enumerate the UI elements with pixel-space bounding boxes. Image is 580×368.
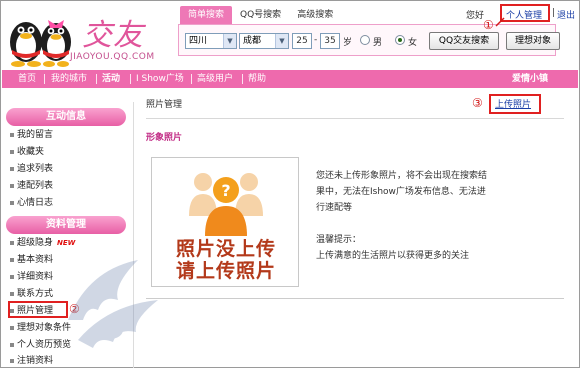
bullet-icon: [10, 291, 14, 296]
gender-male-radio[interactable]: [360, 35, 370, 45]
bullet-icon: [10, 274, 14, 279]
annotation-box-upload: [489, 94, 541, 114]
bullet-icon: [10, 325, 14, 330]
section-title-profile-photo: 形象照片: [146, 133, 183, 143]
city-value: 成都: [243, 36, 262, 46]
sidebar-section-interaction: 互动信息: [6, 108, 126, 126]
sidebar-item-match-list[interactable]: 速配列表: [10, 179, 53, 193]
sidebar-item-basic-info[interactable]: 基本资料: [10, 253, 53, 267]
tab-advanced-search[interactable]: 高级搜索: [289, 6, 341, 24]
bullet-icon: [10, 166, 14, 171]
nav-divider: [191, 74, 192, 84]
bullet-icon: [10, 200, 14, 205]
sidebar-item-favorites[interactable]: 收藏夹: [10, 145, 44, 159]
tip-block: 温馨提示： 上传满意的生活照片以获得更多的关注: [316, 232, 469, 264]
placeholder-text-line2: 请上传照片: [175, 260, 276, 282]
sidebar-item-mood-diary[interactable]: 心情日志: [10, 196, 53, 210]
sidebar-section-profile: 资料管理: [6, 216, 126, 234]
nav-divider: [130, 74, 131, 84]
search-panel: 四川 ▼ 成都 ▼ 25 - 35 岁 男 女 QQ交友搜索 理想对象: [178, 24, 560, 56]
nav-help[interactable]: 帮助: [248, 70, 266, 88]
nav-activities[interactable]: 活动: [102, 70, 120, 88]
notice-line: 行速配等: [316, 203, 353, 213]
qq-search-button[interactable]: QQ交友搜索: [429, 32, 499, 50]
sidebar-item-label: 基本资料: [17, 255, 54, 265]
gender-female-radio[interactable]: [395, 35, 405, 45]
nav-my-city[interactable]: 我的城市: [51, 70, 87, 88]
age-unit-label: 岁: [343, 38, 353, 48]
city-select[interactable]: 成都 ▼: [239, 33, 289, 49]
page-title: 照片管理: [146, 100, 183, 110]
sidebar-item-deactivate-profile[interactable]: 注销资料: [10, 354, 53, 368]
search-tabs: 简单搜索 QQ号搜索 高级搜索: [180, 6, 341, 24]
title-divider: [146, 118, 564, 119]
sidebar-item-contact-info[interactable]: 联系方式: [10, 287, 53, 301]
sidebar-item-label: 收藏夹: [17, 147, 45, 157]
sidebar-item-label: 注销资料: [17, 356, 54, 366]
bullet-icon: [10, 342, 14, 347]
annotation-number-one: ①: [483, 18, 494, 32]
bullet-icon: [10, 132, 14, 137]
sidebar-item-my-messages[interactable]: 我的留言: [10, 128, 53, 142]
age-to-input[interactable]: 35: [320, 33, 340, 49]
annotation-arrow: [495, 17, 505, 27]
sidebar-item-label: 追求列表: [17, 164, 54, 174]
tip-title: 温馨提示：: [316, 235, 362, 245]
chevron-down-icon[interactable]: ▼: [275, 34, 288, 48]
main-nav: 首页 我的城市 活动 I Show广场 高级用户 帮助 爱情小镇: [2, 70, 578, 88]
photo-placeholder[interactable]: ? 照片没上传 请上传照片: [151, 157, 299, 287]
tip-text: 上传满意的生活照片以获得更多的关注: [316, 251, 470, 261]
people-placeholder-icon: ?: [189, 173, 263, 236]
age-dash: -: [314, 35, 318, 45]
svg-text:?: ?: [221, 181, 230, 200]
no-photo-notice: 您还未上传形象照片，将不会出现在搜索结 果中，无法在Ishow广场发布信息、无法…: [316, 168, 487, 216]
brand-domain: JIAOYOU.QQ.COM: [70, 52, 155, 62]
province-select[interactable]: 四川 ▼: [185, 33, 237, 49]
sidebar-item-label: 速配列表: [17, 181, 54, 191]
notice-line: 果中，无法在Ishow广场发布信息、无法进: [316, 187, 486, 197]
bullet-icon: [10, 183, 14, 188]
province-value: 四川: [189, 36, 208, 46]
nav-premium-users[interactable]: 高级用户: [197, 70, 233, 88]
link-separator: |: [552, 8, 556, 18]
bullet-icon: [10, 257, 14, 262]
new-badge: NEW: [57, 239, 76, 247]
sidebar-item-label: 心情日志: [17, 198, 54, 208]
sidebar-item-super-invisible[interactable]: 超级隐身 NEW: [10, 236, 75, 250]
annotation-number-three: ③: [472, 96, 483, 110]
bullet-icon: [10, 240, 14, 245]
sidebar-item-label: 详细资料: [17, 272, 54, 282]
ideal-match-button[interactable]: 理想对象: [506, 32, 560, 50]
sidebar-item-label: 超级隐身: [17, 238, 54, 248]
brand-name: 交友: [82, 18, 144, 53]
sidebar-item-pursuit-list[interactable]: 追求列表: [10, 162, 53, 176]
logout-link[interactable]: 退出: [557, 8, 575, 21]
sidebar-item-label: 联系方式: [17, 289, 54, 299]
greeting-text: 您好: [466, 11, 485, 21]
chevron-down-icon[interactable]: ▼: [223, 34, 236, 48]
nav-ishow-square[interactable]: I Show广场: [136, 70, 184, 88]
nav-divider: [44, 74, 45, 84]
nav-divider: [96, 74, 97, 84]
content-bottom-divider: [146, 298, 564, 299]
bullet-icon: [10, 358, 14, 363]
nav-divider: [242, 74, 243, 84]
nav-love-town[interactable]: 爱情小镇: [512, 70, 548, 88]
qq-penguins-icon: [10, 20, 71, 67]
gender-female-label: 女: [408, 38, 418, 48]
site-logo[interactable]: 交友 JIAOYOU.QQ.COM: [6, 6, 166, 68]
notice-line: 您还未上传形象照片，将不会出现在搜索结: [316, 171, 488, 181]
bullet-icon: [10, 149, 14, 154]
gender-male-label: 男: [373, 38, 383, 48]
sidebar-item-label: 我的留言: [17, 130, 54, 140]
age-from-input[interactable]: 25: [292, 33, 312, 49]
nav-home[interactable]: 首页: [18, 70, 36, 88]
tab-qq-search[interactable]: QQ号搜索: [232, 6, 289, 24]
sidebar-item-detailed-info[interactable]: 详细资料: [10, 270, 53, 284]
tab-simple-search[interactable]: 简单搜索: [180, 6, 233, 24]
